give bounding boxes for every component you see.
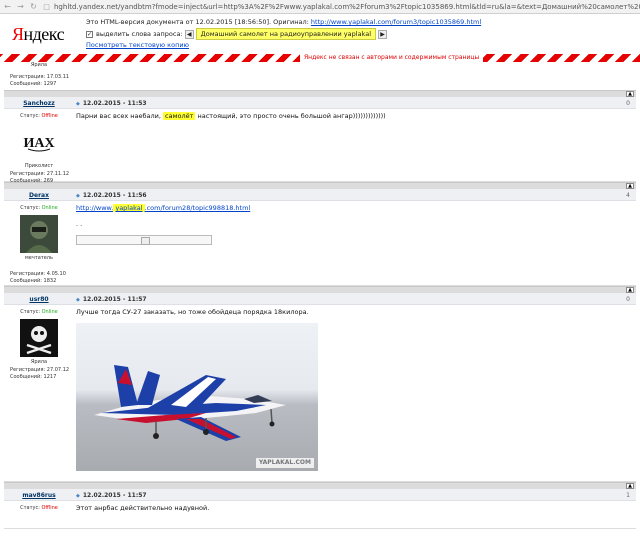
author-info: Статус: Online Ярила Регистрация: 27.07.…: [4, 305, 74, 380]
watermark: YAPLAKAL.COM: [255, 458, 314, 468]
disclaimer: Яндекс не связан с авторами и содержимым…: [300, 54, 484, 62]
post-text: Этот анрбас действительно надувной.: [76, 504, 210, 512]
prev-match-button[interactable]: ◀: [184, 29, 194, 39]
post-separator: ▲: [4, 90, 636, 97]
arrow-right-icon[interactable]: →: [15, 1, 26, 12]
query-highlight[interactable]: Домашний самолет на радиоуправлении yapl…: [195, 28, 376, 40]
post-body: http://www. yaplakal .com/forum28/topic998…: [76, 203, 626, 245]
post-separator: ▲: [4, 182, 636, 189]
author-status: Статус: Offline: [20, 505, 58, 511]
address-bar[interactable]: hghltd.yandex.net/yandbtm?fmode=inject&u…: [54, 3, 640, 11]
original-link[interactable]: http://www.yaplakal.com/forum3/topic1035…: [311, 18, 481, 26]
forum-thread: Ярила Регистрация: 17.03.11 Сообщений: 1…: [4, 62, 636, 529]
post-date[interactable]: 12.02.2015 - 11:53: [76, 100, 147, 107]
query-highlight: самолёт: [163, 112, 196, 120]
post-link[interactable]: http://www. yaplakal .com/forum28/topic998…: [76, 203, 626, 213]
post-header: mav86rus 12.02.2015 - 11:57 1: [4, 489, 636, 501]
cache-info: Это HTML-версия документа от 12.02.2015 …: [86, 18, 481, 26]
avatar[interactable]: [20, 215, 58, 253]
author-name[interactable]: usr80: [4, 296, 74, 303]
author-name[interactable]: Sanchozz: [4, 100, 74, 107]
post-rating: 1: [626, 492, 630, 499]
arrow-left-icon[interactable]: ←: [2, 1, 13, 12]
avatar[interactable]: ИАХ: [20, 123, 58, 161]
forum-post: mav86rus 12.02.2015 - 11:57 1 Статус: Of…: [4, 489, 636, 529]
page-icon: □: [43, 2, 50, 11]
author-status: Статус: Online: [20, 309, 58, 315]
highlight-checkbox[interactable]: ✓: [86, 30, 93, 38]
post-date[interactable]: 12.02.2015 - 11:57: [76, 492, 147, 499]
author-rank: Ярила: [30, 359, 48, 365]
post-separator: ▲: [4, 482, 636, 489]
text-copy-link[interactable]: Посмотреть текстовую копию: [86, 41, 189, 49]
post-rating: 0: [626, 296, 630, 303]
author-registration: Регистрация: 4.05.10 Сообщений: 1832: [10, 271, 66, 284]
broken-image[interactable]: [76, 235, 212, 245]
post-text: Лучше тогда СУ-27 заказать, но тоже обой…: [76, 308, 309, 316]
post-body: Лучше тогда СУ-27 заказать, но тоже обой…: [76, 307, 626, 471]
author-registration: Регистрация: 17.03.11 Сообщений: 1297: [10, 74, 70, 87]
author-rank: мечтатель: [25, 255, 53, 261]
highlight-label: выделить слова запроса:: [96, 30, 183, 38]
aircraft-photo[interactable]: YAPLAKAL.COM: [76, 323, 318, 471]
previous-post-tail: Ярила Регистрация: 17.03.11 Сообщений: 1…: [4, 62, 636, 90]
author-info: Статус: Offline: [4, 501, 74, 511]
yandex-logo[interactable]: Яндекс: [12, 24, 65, 45]
forum-post: Derax 12.02.2015 - 11:56 4 Статус: Onlin…: [4, 189, 636, 286]
post-separator: ▲: [4, 286, 636, 293]
reload-icon[interactable]: ↻: [28, 1, 39, 12]
author-name[interactable]: mav86rus: [4, 492, 74, 499]
cache-info-text: Это HTML-версия документа от 12.02.2015 …: [86, 18, 309, 26]
author-registration: Регистрация: 27.07.12 Сообщений: 1217: [10, 367, 70, 380]
author-status: Статус: Online: [20, 205, 58, 211]
post-body: Парни вас всех наебали, самолёт настоящи…: [76, 112, 386, 120]
author-info: Статус: Offline ИАХ Приколист Регистраци…: [4, 109, 74, 184]
post-header: Sanchozz 12.02.2015 - 11:53 0: [4, 97, 636, 109]
post-rating: 4: [626, 192, 630, 199]
post-dots: . .: [76, 220, 83, 228]
author-rank: Приколист: [24, 163, 54, 169]
post-header: Derax 12.02.2015 - 11:56 4: [4, 189, 636, 201]
author-status: Статус: Offline: [20, 113, 58, 119]
post-body: Этот анрбас действительно надувной.: [76, 503, 626, 513]
query-row: ✓ выделить слова запроса: ◀ Домашний сам…: [86, 28, 389, 40]
post-rating: 0: [626, 100, 630, 107]
post-date[interactable]: 12.02.2015 - 11:56: [76, 192, 147, 199]
query-highlight: yaplakal: [113, 204, 145, 212]
forum-post: usr80 12.02.2015 - 11:57 0 Статус: Onlin…: [4, 293, 636, 482]
author-name[interactable]: Derax: [4, 192, 74, 199]
post-header: usr80 12.02.2015 - 11:57 0: [4, 293, 636, 305]
yandex-cache-header: Яндекс Это HTML-версия документа от 12.0…: [0, 14, 640, 56]
avatar[interactable]: [20, 319, 58, 357]
author-info: Статус: Online мечтатель Регистрация: 4.…: [4, 201, 74, 284]
forum-post: Sanchozz 12.02.2015 - 11:53 0 Статус: Of…: [4, 97, 636, 184]
post-date[interactable]: 12.02.2015 - 11:57: [76, 296, 147, 303]
next-match-button[interactable]: ▶: [378, 29, 387, 39]
author-rank: Ярила: [30, 62, 48, 68]
author-info: Ярила Регистрация: 17.03.11 Сообщений: 1…: [4, 62, 74, 87]
browser-toolbar: ← → ↻ □ hghltd.yandex.net/yandbtm?fmode=…: [0, 0, 640, 14]
